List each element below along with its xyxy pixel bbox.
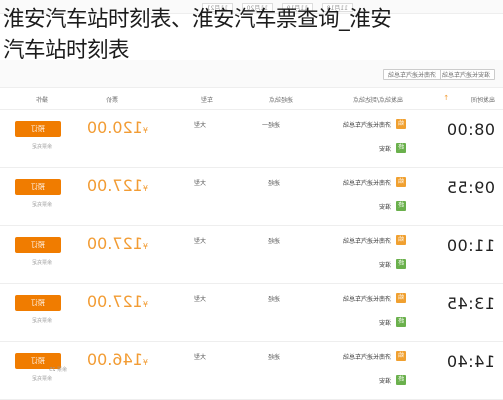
start-station: 济南长途汽车总站: [342, 180, 391, 187]
start-station: 济南长途汽车总站: [342, 296, 391, 303]
bus-type: 大型: [193, 354, 206, 361]
page-title: 淮安汽车站时刻表、淮安汽车票查询_淮安 汽车站时刻表: [0, 0, 503, 66]
start-tag: 始: [396, 351, 406, 361]
end-tag: 终: [396, 201, 406, 211]
table-header: 出发时间 ↑ 出发站点/到达站点 途经站点 车型 票价 操作: [0, 88, 503, 110]
bus-type: 大型: [193, 122, 206, 129]
stock-count: 余票 25: [49, 367, 67, 373]
departure-time: 09:55: [446, 178, 495, 197]
start-tag: 始: [396, 177, 406, 187]
end-station: 淮安: [378, 146, 391, 153]
start-tag: 始: [396, 293, 406, 303]
bus-type: 大型: [193, 238, 206, 245]
end-tag: 终: [396, 259, 406, 269]
end-station: 淮安: [378, 262, 391, 269]
table-row: 09:55 始 济南长途汽车总站 终 淮安 途经 大型 ¥127.00 预订 余…: [0, 168, 503, 226]
pass-station: 途经: [267, 180, 280, 187]
header-bustype: 车型: [200, 97, 213, 104]
price: ¥146.00: [86, 350, 148, 369]
book-button[interactable]: 预订: [15, 237, 61, 253]
header-pass: 途经站点: [268, 97, 293, 104]
book-button[interactable]: 预订: [15, 295, 61, 311]
book-button[interactable]: 预订: [15, 179, 61, 195]
end-station: 淮安: [378, 204, 391, 211]
bus-type: 大型: [193, 180, 206, 187]
table-row: 14:40 始 济南长途汽车总站 终 淮安 途经 大型 ¥146.00 预订 余…: [0, 342, 503, 400]
start-station: 济南长途汽车总站: [342, 122, 391, 129]
ticket-status: 余票充足: [31, 202, 52, 208]
start-station: 济南长途汽车总站: [342, 238, 391, 245]
header-action: 操作: [35, 97, 48, 104]
start-tag: 始: [396, 235, 406, 245]
end-tag: 终: [396, 143, 406, 153]
start-tag: 始: [396, 119, 406, 129]
departure-time: 11:00: [446, 236, 495, 255]
departure-time: 13:45: [446, 294, 495, 313]
start-station: 济南长途汽车总站: [342, 354, 391, 361]
end-tag: 终: [396, 375, 406, 385]
departure-time: 08:00: [446, 120, 495, 139]
price: ¥127.00: [86, 176, 148, 195]
table-row: 11:00 始 济南长途汽车总站 终 淮安 途经 大型 ¥127.00 预订 余…: [0, 226, 503, 284]
ticket-status: 余票充足: [31, 376, 52, 382]
table-row: 13:45 始 济南长途汽车总站 终 淮安 途经 大型 ¥127.00 预订 余…: [0, 284, 503, 342]
pass-station: 途经: [267, 354, 280, 361]
header-time[interactable]: 出发时间: [471, 95, 495, 104]
end-tag: 终: [396, 317, 406, 327]
title-line-1: 淮安汽车站时刻表、淮安汽车票查询_淮安: [3, 7, 392, 32]
table-row: 08:00 始 济南长途汽车总站 终 淮安 途经一 大型 ¥120.00 预订 …: [0, 110, 503, 168]
title-line-2: 汽车站时刻表: [3, 38, 130, 63]
pass-station: 途经一: [261, 122, 280, 129]
book-button[interactable]: 预订: [15, 121, 61, 137]
pass-station: 途经: [267, 238, 280, 245]
filter-chip-departure[interactable]: 济南长途汽车总站: [382, 69, 441, 80]
header-price: 票价: [105, 97, 118, 104]
bus-type: 大型: [193, 296, 206, 303]
ticket-status: 余票充足: [31, 318, 52, 324]
price: ¥120.00: [86, 118, 148, 137]
end-station: 淮安: [378, 320, 391, 327]
ticket-status: 余票充足: [31, 144, 52, 150]
pass-station: 途经: [267, 296, 280, 303]
header-stations: 出发站点/到达站点: [352, 97, 403, 104]
arrow-up-icon[interactable]: ↑: [442, 94, 449, 102]
price: ¥127.00: [86, 292, 148, 311]
price: ¥127.00: [86, 234, 148, 253]
filter-chip-arrival[interactable]: 淮安长途汽车总站: [436, 69, 495, 80]
departure-time: 14:40: [446, 352, 495, 371]
ticket-status: 余票充足: [31, 260, 52, 266]
end-station: 淮安: [378, 378, 391, 385]
